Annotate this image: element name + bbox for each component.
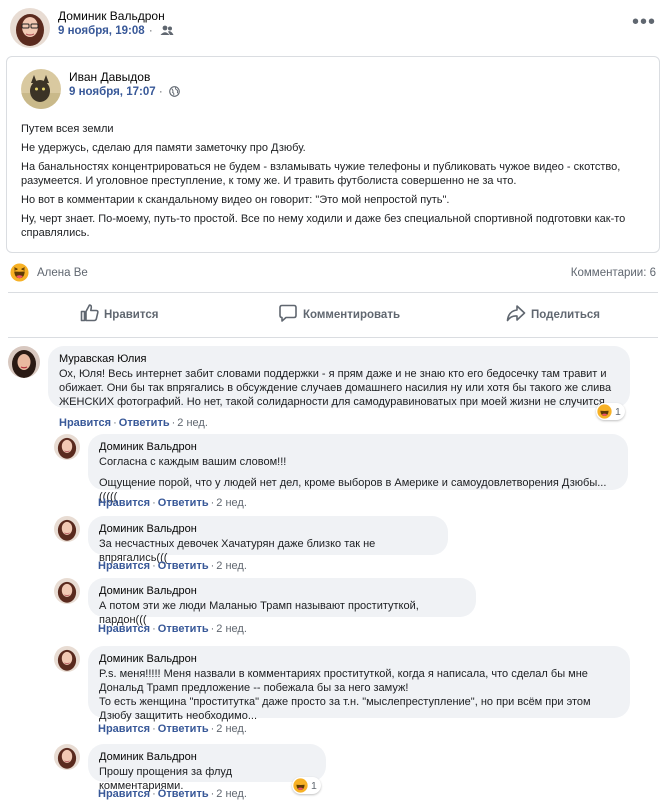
comment-actions: Нравится · Ответить · 2 нед. bbox=[98, 788, 247, 800]
share-icon bbox=[506, 305, 526, 322]
comment-author[interactable]: Муравская Юлия bbox=[59, 352, 619, 366]
comment-like-link[interactable]: Нравится bbox=[59, 417, 111, 429]
comment-actions: Нравится · Ответить · 2 нед. bbox=[98, 560, 247, 572]
reactions-bar: Алена Ве Комментарии: 6 bbox=[10, 263, 658, 285]
comment-author[interactable]: Доминик Вальдрон bbox=[99, 440, 617, 454]
comment-avatar[interactable] bbox=[8, 346, 40, 378]
comment-like-link[interactable]: Нравится bbox=[98, 723, 150, 735]
author-avatar[interactable] bbox=[10, 8, 50, 48]
comment-reply-link[interactable]: Ответить bbox=[119, 417, 170, 429]
comment-reaction-badge[interactable]: 1 bbox=[596, 403, 625, 420]
shared-paragraph: Но вот в комментарии к скандальному виде… bbox=[21, 194, 450, 206]
comment-time[interactable]: 2 нед. bbox=[216, 788, 247, 800]
shared-author-name[interactable]: Иван Давыдов bbox=[69, 70, 150, 84]
shared-paragraph: На банальностях концентрироваться не буд… bbox=[21, 161, 621, 187]
comment-bubble: Доминик Вальдрон Согласна с каждым вашим… bbox=[88, 434, 628, 503]
comment-like-link[interactable]: Нравится bbox=[98, 623, 150, 635]
comment-time[interactable]: 2 нед. bbox=[216, 723, 247, 735]
comment-reaction-count: 1 bbox=[615, 405, 621, 418]
like-button-label: Нравится bbox=[104, 309, 159, 321]
comment-reaction-badge[interactable]: 1 bbox=[292, 777, 321, 794]
post-meta: 9 ноября, 19:08 · bbox=[58, 25, 174, 37]
friends-icon bbox=[160, 25, 174, 35]
reply-comment: Доминик Вальдрон За несчастных девочек Х… bbox=[54, 516, 654, 574]
feed-post: Доминик Вальдрон 9 ноября, 19:08 · ••• И… bbox=[0, 0, 666, 801]
comment-button[interactable]: Комментировать bbox=[278, 303, 401, 329]
comment-like-link[interactable]: Нравится bbox=[98, 497, 150, 509]
comments-count[interactable]: Комментарии: 6 bbox=[571, 267, 656, 279]
comment-bubble: Доминик Вальдрон P.s. меня!!!!! Меня наз… bbox=[88, 646, 630, 722]
comment-bubble: Муравская Юлия Ох, Юля! Весь интернет за… bbox=[48, 346, 630, 408]
more-options-button[interactable]: ••• bbox=[632, 12, 656, 36]
comment-author[interactable]: Доминик Вальдрон bbox=[99, 750, 315, 764]
comment-reaction-count: 1 bbox=[311, 779, 317, 792]
shared-post[interactable]: Иван Давыдов 9 ноября, 17:07 · Путем все… bbox=[6, 56, 660, 253]
shared-paragraph: Ну, черт знает. По-моему, путь-то просто… bbox=[21, 213, 626, 239]
post-author-name[interactable]: Доминик Вальдрон bbox=[58, 9, 165, 23]
haha-reaction-icon bbox=[293, 778, 308, 793]
divider bbox=[8, 337, 658, 338]
comment-time[interactable]: 2 нед. bbox=[216, 560, 247, 572]
comment-like-link[interactable]: Нравится bbox=[98, 788, 150, 800]
comment-time[interactable]: 2 нед. bbox=[177, 417, 208, 429]
comment-avatar[interactable] bbox=[54, 434, 80, 460]
haha-reaction-icon bbox=[597, 404, 612, 419]
comment-author[interactable]: Доминик Вальдрон bbox=[99, 652, 619, 666]
comment-reply-link[interactable]: Ответить bbox=[158, 623, 209, 635]
shared-paragraph: Путем всея земли bbox=[21, 123, 114, 135]
comment-bubble: Доминик Вальдрон За несчастных девочек Х… bbox=[88, 516, 448, 564]
comment-avatar[interactable] bbox=[54, 744, 80, 770]
divider bbox=[8, 292, 658, 293]
comment-avatar[interactable] bbox=[54, 578, 80, 604]
comment-reply-link[interactable]: Ответить bbox=[158, 497, 209, 509]
comment-avatar[interactable] bbox=[54, 516, 80, 542]
comment-actions: Нравится · Ответить · 2 нед. bbox=[98, 723, 247, 735]
like-button[interactable]: Нравится bbox=[80, 303, 160, 329]
comment-reply-link[interactable]: Ответить bbox=[158, 723, 209, 735]
post-header: Доминик Вальдрон 9 ноября, 19:08 · ••• bbox=[8, 6, 658, 50]
shared-date[interactable]: 9 ноября, 17:07 bbox=[69, 86, 156, 98]
comment-author[interactable]: Доминик Вальдрон bbox=[99, 522, 437, 536]
comment-author[interactable]: Доминик Вальдрон bbox=[99, 584, 465, 598]
shared-author-avatar[interactable] bbox=[21, 69, 61, 109]
shared-post-text: Путем всея земли Не удержусь, сделаю для… bbox=[21, 122, 651, 245]
comment-time[interactable]: 2 нед. bbox=[216, 623, 247, 635]
comment: Муравская Юлия Ох, Юля! Весь интернет за… bbox=[8, 346, 658, 430]
comment-button-label: Комментировать bbox=[303, 309, 401, 321]
reply-comment: Доминик Вальдрон P.s. меня!!!!! Меня наз… bbox=[54, 646, 654, 738]
share-button-label: Поделиться bbox=[531, 309, 601, 321]
post-date[interactable]: 9 ноября, 19:08 bbox=[58, 25, 145, 37]
comment-reply-link[interactable]: Ответить bbox=[158, 560, 209, 572]
haha-reaction-icon[interactable] bbox=[10, 263, 29, 282]
comment-time[interactable]: 2 нед. bbox=[216, 497, 247, 509]
comment-actions: Нравится · Ответить · 2 нед. bbox=[59, 417, 208, 429]
reactor-name[interactable]: Алена Ве bbox=[37, 267, 88, 279]
thumbs-up-icon bbox=[80, 304, 99, 322]
comment-bubble: Доминик Вальдрон А потом эти же люди Мал… bbox=[88, 578, 476, 626]
comment-actions: Нравится · Ответить · 2 нед. bbox=[98, 497, 247, 509]
comment-icon bbox=[279, 304, 297, 322]
share-button[interactable]: Поделиться bbox=[506, 303, 600, 329]
globe-icon bbox=[169, 86, 180, 97]
shared-paragraph: Не удержусь, сделаю для памяти заметочку… bbox=[21, 142, 306, 154]
comment-reply-link[interactable]: Ответить bbox=[158, 788, 209, 800]
reply-comment: Доминик Вальдрон Прошу прощения за флуд … bbox=[54, 744, 654, 800]
comment-text: P.s. меня!!!!! Меня назвали в комментари… bbox=[99, 668, 591, 722]
comment-avatar[interactable] bbox=[54, 646, 80, 672]
comment-text: Ох, Юля! Весь интернет забит словами под… bbox=[59, 368, 612, 408]
comment-bubble: Доминик Вальдрон Прошу прощения за флуд … bbox=[88, 744, 326, 792]
comment-like-link[interactable]: Нравится bbox=[98, 560, 150, 572]
reply-comment: Доминик Вальдрон А потом эти же люди Мал… bbox=[54, 578, 654, 636]
reply-comment: Доминик Вальдрон Согласна с каждым вашим… bbox=[54, 434, 654, 512]
comment-actions: Нравится · Ответить · 2 нед. bbox=[98, 623, 247, 635]
comment-paragraph: Согласна с каждым вашим словом!!! bbox=[99, 456, 287, 468]
shared-meta: 9 ноября, 17:07 · bbox=[69, 86, 180, 98]
